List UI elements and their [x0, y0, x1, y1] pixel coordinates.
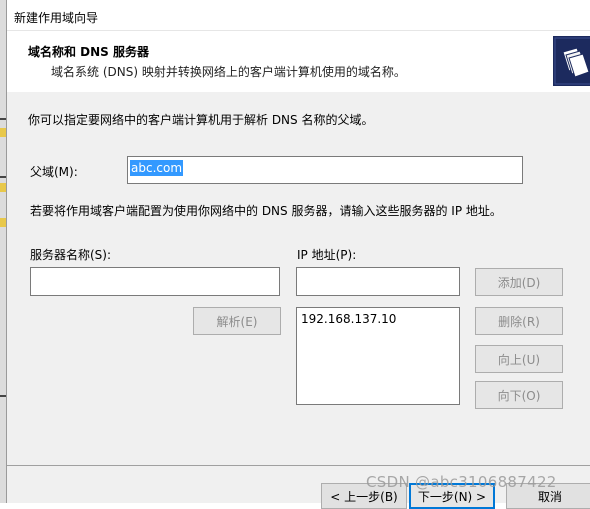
wizard-body [7, 92, 590, 503]
ip-address-list[interactable]: 192.168.137.10 [296, 307, 460, 405]
parent-domain-label: 父域(M): [30, 165, 78, 179]
header-title: 域名称和 DNS 服务器 [28, 45, 150, 59]
ip-address-label: IP 地址(P): [297, 248, 357, 262]
window-title: 新建作用域向导 [14, 11, 99, 25]
wizard-header: 域名称和 DNS 服务器 域名系统 (DNS) 映射并转换网络上的客户端计算机使… [7, 30, 590, 93]
move-up-button[interactable]: 向上(U) [475, 345, 563, 373]
remove-button[interactable]: 删除(R) [475, 307, 563, 335]
footer-separator [7, 465, 590, 466]
resolve-button[interactable]: 解析(E) [193, 307, 281, 335]
dns-instruction-text: 若要将作用域客户端配置为使用你网络中的 DNS 服务器，请输入这些服务器的 IP… [30, 204, 502, 218]
folder-wizard-icon [553, 36, 590, 86]
title-bar[interactable]: 新建作用域向导 [7, 0, 590, 30]
server-name-label: 服务器名称(S): [30, 248, 112, 262]
ip-address-input[interactable] [296, 267, 460, 296]
move-down-button[interactable]: 向下(O) [475, 381, 563, 409]
parent-domain-input[interactable]: abc.com [127, 156, 523, 184]
list-item[interactable]: 192.168.137.10 [301, 312, 396, 326]
server-name-input[interactable] [30, 267, 280, 296]
parent-domain-value: abc.com [130, 160, 184, 176]
intro-text: 你可以指定要网络中的客户端计算机用于解析 DNS 名称的父域。 [28, 113, 374, 127]
header-subtitle: 域名系统 (DNS) 映射并转换网络上的客户端计算机使用的域名称。 [51, 65, 406, 79]
add-button[interactable]: 添加(D) [475, 268, 563, 296]
watermark-text: CSDN @abc3106887422 [366, 473, 557, 491]
